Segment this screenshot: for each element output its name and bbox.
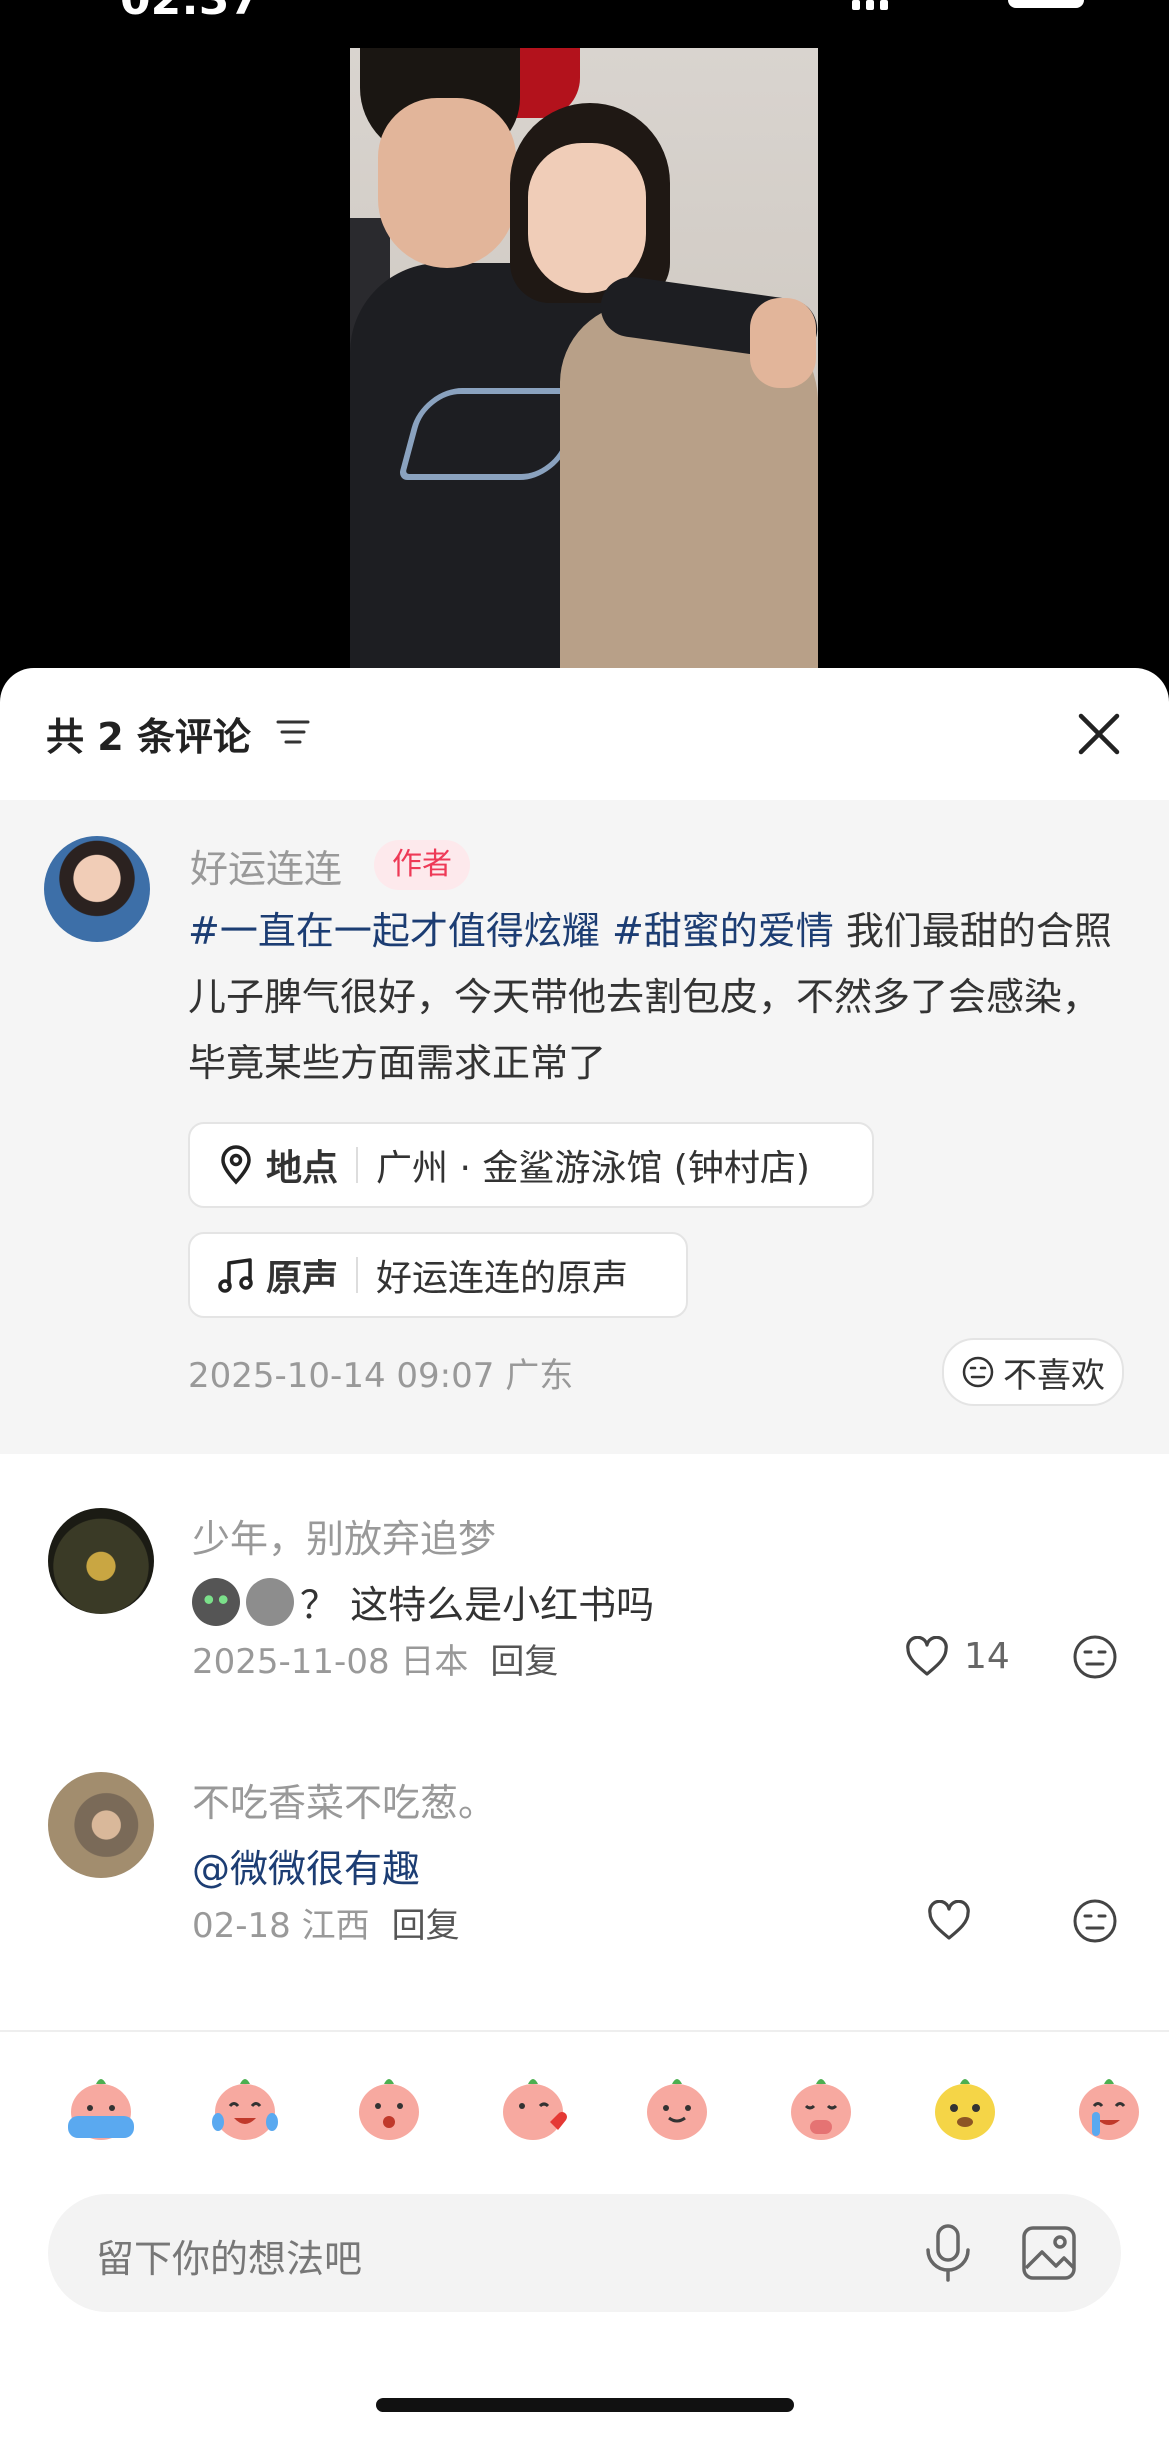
comments-header: 共 2 条评论 [0,668,1169,800]
kiss-sticker-icon[interactable] [492,2066,574,2148]
audio-label: 原声 [266,1258,339,1299]
tears-sticker-icon[interactable] [1068,2066,1150,2148]
video-photo[interactable] [350,48,818,668]
heart-icon[interactable] [904,1636,950,1678]
laugh-cry-sticker-icon[interactable] [204,2066,286,2148]
comment-meta: 2025-11-08 日本 回复 [192,1634,558,1683]
commenter-avatar[interactable] [48,1508,154,1614]
crying-sticker-icon[interactable] [60,2066,142,2148]
smile-sticker-icon[interactable] [636,2066,718,2148]
comment-date-region: 2025-11-08 日本 [192,1642,469,1682]
image-icon[interactable] [1020,2224,1078,2282]
comments-sheet: 共 2 条评论 好运连连 作者 #一直在一起才值得炫耀 #甜蜜的爱情 我们最甜的… [0,668,1169,2439]
close-icon[interactable] [1075,710,1123,758]
comment-count: 共 2 条评论 [46,715,251,759]
comment-input[interactable]: 留下你的想法吧 [48,2194,1121,2312]
boy-face [378,98,516,268]
hashtag-link[interactable]: #甜蜜的爱情 [612,909,834,953]
commenter-avatar[interactable] [48,1772,154,1878]
location-pin-icon [221,1145,251,1185]
post-time-region: 2025-10-14 09:07 广东 [188,1356,574,1396]
please-sticker-icon[interactable] [780,2066,862,2148]
post-text: #一直在一起才值得炫耀 #甜蜜的爱情 我们最甜的合照 儿子脾气很好，今天带他去割… [188,898,1128,1096]
like-count: 14 [964,1636,1010,1677]
heart-icon[interactable] [926,1900,972,1942]
author-post: 好运连连 作者 #一直在一起才值得炫耀 #甜蜜的爱情 我们最甜的合照 儿子脾气很… [0,800,1169,1454]
ghost-emoji-icon [246,1577,294,1626]
sad-face-icon [962,1356,994,1388]
sticker-bar [0,2050,1169,2168]
commenter-name[interactable]: 不吃香菜不吃葱。 [192,1772,496,1827]
comment-item: 少年，别放弃追梦 ？ 这特么是小红书吗 2025-11-08 日本 回复 14 [0,1468,1169,1728]
music-note-icon [218,1258,253,1293]
cat-emoji-icon [192,1577,240,1626]
dog-sticker-icon[interactable] [924,2066,1006,2148]
sad-face-icon[interactable] [1072,1898,1118,1944]
signal-icon [852,0,900,10]
comment-meta: 02-18 江西 回复 [192,1898,460,1947]
shy-sticker-icon[interactable] [348,2066,430,2148]
microphone-icon[interactable] [920,2222,976,2284]
sort-icon[interactable] [276,716,310,748]
status-time: 02:37 [120,0,260,25]
mention-link[interactable]: @微微很有趣 [192,1838,420,1893]
comment-item: 不吃香菜不吃葱。 @微微很有趣 02-18 江西 回复 [0,1732,1169,1992]
comment-body: ？ 这特么是小红书吗 [300,1583,655,1627]
sad-face-icon[interactable] [1072,1634,1118,1680]
comment-text: ？ 这特么是小红书吗 [192,1574,654,1629]
reply-button[interactable]: 回复 [392,1906,460,1946]
battery-icon [1008,0,1084,8]
input-placeholder: 留下你的想法吧 [96,2237,363,2281]
author-badge: 作者 [374,840,470,890]
dislike-label: 不喜欢 [1003,1355,1105,1396]
woman-face [528,143,646,293]
audio-chip[interactable]: 原声 好运连连的原声 [188,1232,688,1318]
home-indicator [376,2398,794,2412]
commenter-name[interactable]: 少年，别放弃追梦 [192,1508,496,1563]
location-value: 广州 · 金鲨游泳馆 (钟村店) [376,1148,810,1189]
location-chip[interactable]: 地点 广州 · 金鲨游泳馆 (钟村店) [188,1122,874,1208]
comment-text: @微微很有趣 [192,1838,420,1893]
location-label: 地点 [266,1148,339,1189]
chip-divider [356,1147,359,1183]
dislike-button[interactable]: 不喜欢 [942,1338,1124,1406]
chip-divider [356,1257,359,1293]
reply-button[interactable]: 回复 [490,1642,558,1682]
divider [0,2030,1169,2032]
author-name[interactable]: 好运连连 [190,838,342,893]
comment-date-region: 02-18 江西 [192,1906,370,1946]
author-avatar[interactable] [44,836,150,942]
audio-value: 好运连连的原声 [376,1258,629,1299]
hand [750,298,816,388]
hashtag-link[interactable]: #一直在一起才值得炫耀 [188,909,600,953]
